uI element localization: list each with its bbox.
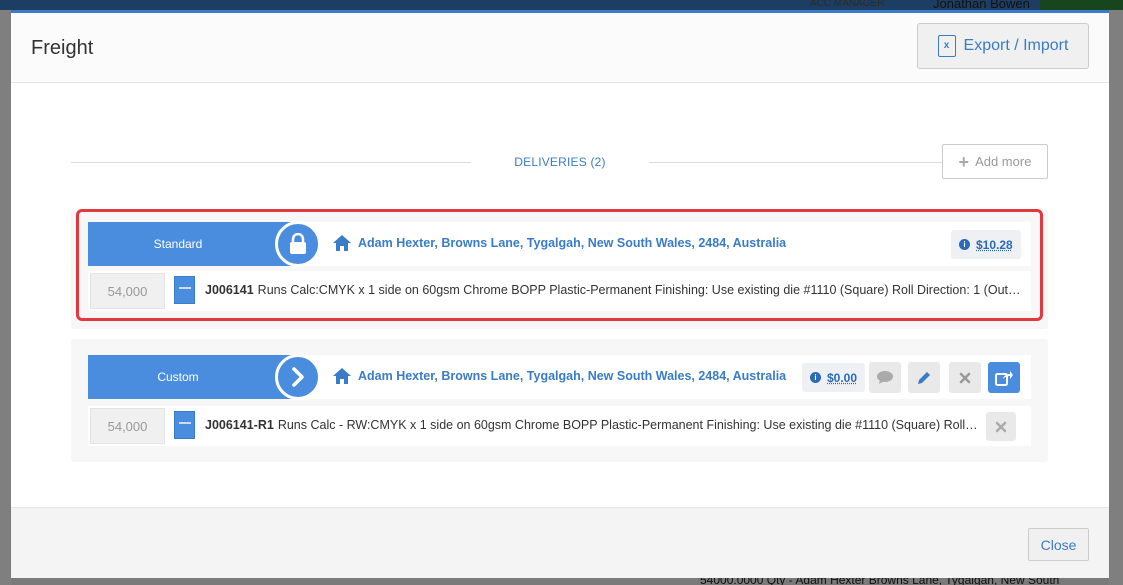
delivery-type-label: Custom	[157, 370, 199, 384]
deliveries-count-label: DELIVERIES (2)	[514, 155, 606, 169]
home-icon	[333, 368, 351, 384]
delivery-address[interactable]: Adam Hexter, Browns Lane, Tygalgah, New …	[358, 369, 786, 383]
divider-right	[649, 162, 942, 163]
delivery-header-row: Custom Adam Hexter, Browns Lane, Tygalga…	[88, 354, 1031, 400]
job-code: J006141-R1	[205, 418, 274, 432]
job-row: 54,000 J006141-R1 Runs Calc - RW:CMYK x 1…	[88, 406, 1031, 446]
freight-modal: Freight x Export / Import DELIVERIES (2)…	[11, 10, 1109, 578]
divider-left	[71, 162, 471, 163]
close-icon	[959, 372, 971, 383]
excel-icon: x	[937, 35, 956, 57]
add-more-label: Add more	[975, 154, 1032, 169]
modal-footer: Close	[11, 507, 1109, 578]
close-icon	[995, 421, 1007, 432]
delivery-type-tab[interactable]: Custom	[88, 355, 298, 399]
export-import-label: Export / Import	[963, 37, 1069, 54]
edit-button[interactable]	[908, 362, 940, 393]
job-quantity: 54,000	[90, 408, 165, 444]
modal-body: DELIVERIES (2) + Add more Standard Adam …	[11, 84, 1109, 504]
job-description: Runs Calc - RW:CMYK x 1 side on 60gsm Ch…	[277, 418, 978, 432]
share-button[interactable]	[988, 362, 1020, 393]
info-icon: i	[810, 372, 821, 383]
comment-button[interactable]	[869, 362, 901, 393]
deliveries-header: DELIVERIES (2) + Add more	[71, 144, 1048, 180]
remove-job-button[interactable]	[986, 412, 1016, 441]
pencil-icon	[918, 371, 930, 384]
highlight-box	[76, 209, 1043, 321]
price-button[interactable]: i $0.00	[802, 363, 866, 392]
modal-title: Freight	[31, 37, 94, 59]
modal-header: Freight x Export / Import	[11, 13, 1109, 83]
share-icon	[995, 370, 1013, 386]
plus-icon: +	[958, 151, 970, 172]
chevron-right-icon[interactable]	[275, 354, 321, 400]
job-description-container: J006141-R1 Runs Calc - RW:CMYK x 1 side o…	[205, 418, 978, 432]
add-more-button[interactable]: + Add more	[942, 144, 1048, 179]
close-button[interactable]: Close	[1028, 528, 1089, 561]
price-value: $0.00	[827, 370, 858, 385]
job-thumbnail	[174, 411, 195, 439]
delete-button[interactable]	[949, 362, 981, 393]
delivery-card: Custom Adam Hexter, Browns Lane, Tygalga…	[71, 339, 1048, 462]
comment-icon	[877, 371, 893, 384]
export-import-button[interactable]: x Export / Import	[917, 23, 1089, 69]
